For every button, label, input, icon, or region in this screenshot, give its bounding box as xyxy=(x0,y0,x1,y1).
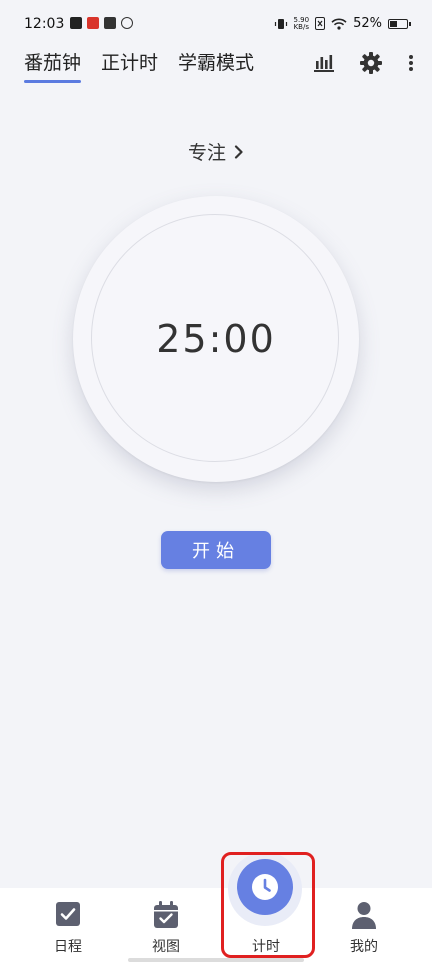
news-app-icon xyxy=(87,17,99,29)
timer-display: 25:00 xyxy=(156,317,276,361)
calendar-icon xyxy=(154,901,178,928)
nav-view-label: 视图 xyxy=(152,939,180,955)
tab-pomodoro[interactable]: 番茄钟 xyxy=(24,48,82,83)
status-time: 12:03 xyxy=(24,16,65,32)
wifi-icon xyxy=(331,18,347,30)
focus-selector[interactable]: 专注 xyxy=(0,138,432,165)
link-app-icon xyxy=(121,17,133,29)
focus-label: 专注 xyxy=(187,142,226,164)
clock-icon xyxy=(252,874,278,900)
person-icon xyxy=(352,902,376,929)
video-app-icon xyxy=(70,17,82,29)
top-actions xyxy=(314,52,414,74)
nav-schedule[interactable]: 日程 xyxy=(14,888,122,964)
battery-fill xyxy=(390,20,398,27)
nav-schedule-label: 日程 xyxy=(54,939,82,955)
timer-dial: 25:00 xyxy=(73,196,359,482)
nav-timer-label: 计时 xyxy=(252,939,280,955)
chevron-right-icon xyxy=(234,142,244,164)
nav-profile[interactable]: 我的 xyxy=(310,888,418,964)
vibrate-icon xyxy=(274,18,287,29)
status-right: 5.90 KB/s 52% xyxy=(274,16,411,31)
network-speed-unit: KB/s xyxy=(293,22,309,31)
battery-percent: 52% xyxy=(353,16,382,31)
sim-off-icon xyxy=(315,17,326,30)
settings-icon[interactable] xyxy=(360,52,382,74)
stats-icon[interactable] xyxy=(314,54,334,72)
status-app-icons xyxy=(70,17,133,29)
start-button[interactable]: 开始 xyxy=(161,531,271,569)
home-indicator[interactable] xyxy=(128,958,304,962)
nav-timer[interactable] xyxy=(237,859,293,915)
status-bar: 12:03 5.90 KB/s 52% xyxy=(0,0,432,50)
battery-icon xyxy=(388,18,411,29)
tab-count-up[interactable]: 正计时 xyxy=(101,48,158,83)
tab-study-mode[interactable]: 学霸模式 xyxy=(178,48,254,83)
mode-tabs: 番茄钟 正计时 学霸模式 xyxy=(24,48,254,83)
network-speed: 5.90 KB/s xyxy=(293,16,310,31)
check-square-icon xyxy=(56,902,80,926)
more-icon[interactable] xyxy=(408,54,414,72)
nav-view[interactable]: 视图 xyxy=(112,888,220,964)
nav-profile-label: 我的 xyxy=(350,939,378,955)
mail-app-icon xyxy=(104,17,116,29)
